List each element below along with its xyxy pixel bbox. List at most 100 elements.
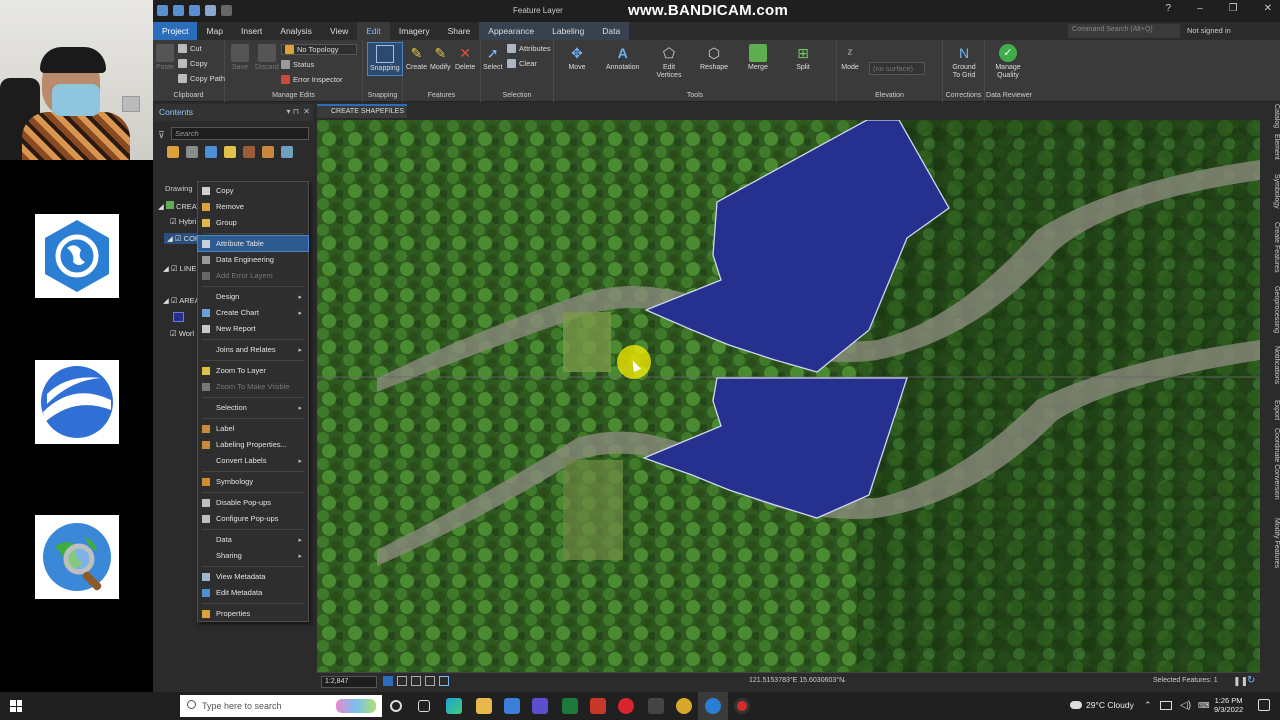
right-tab-coordinate-conversion[interactable]: Coordinate Conversion — [1262, 428, 1280, 500]
menu-item-data[interactable]: Data ▸ — [198, 532, 308, 547]
right-tab-notifications[interactable]: Notifications — [1262, 346, 1280, 384]
list-by-editing-icon[interactable] — [224, 146, 236, 158]
menu-item-create-chart[interactable]: Create Chart ▸ — [198, 305, 308, 320]
chrome-canary-icon[interactable] — [676, 698, 692, 714]
cut-button[interactable]: Cut — [178, 44, 202, 53]
satellite-map[interactable] — [317, 120, 1260, 672]
pin-icon[interactable]: ▾ ⊓ — [287, 107, 299, 116]
selected-features-count[interactable]: Selected Features: 1 — [1153, 677, 1218, 684]
list-by-snapping-icon[interactable] — [243, 146, 255, 158]
excel-icon[interactable] — [562, 698, 578, 714]
file-explorer-icon[interactable] — [476, 698, 492, 714]
help-button[interactable]: ? — [1166, 3, 1172, 14]
tree-layer-line[interactable]: ◢ ☑ LINE — [163, 264, 196, 273]
topology-dropdown[interactable]: No Topology — [281, 44, 357, 55]
tab-view[interactable]: View — [321, 22, 357, 40]
list-by-selection-icon[interactable] — [205, 146, 217, 158]
tab-imagery[interactable]: Imagery — [390, 22, 439, 40]
coordinate-dropdown-icon[interactable]: ⌄ — [841, 676, 847, 684]
manage-quality-button[interactable]: ✓ Manage Quality — [993, 44, 1023, 80]
delete-button[interactable]: ✕ Delete — [455, 44, 475, 72]
menu-item-symbology[interactable]: Symbology — [198, 474, 308, 489]
tray-chevron-icon[interactable]: ⌃ — [1144, 700, 1152, 711]
tab-map[interactable]: Map — [197, 22, 232, 40]
reshape-button[interactable]: ⬡ Reshape — [700, 44, 728, 72]
scale-dropdown[interactable]: 1:2,847 — [321, 676, 377, 688]
ground-to-grid-button[interactable]: N Ground To Grid — [949, 44, 979, 80]
menu-item-properties[interactable]: Properties — [198, 606, 308, 621]
list-by-perspective-icon[interactable] — [281, 146, 293, 158]
opera-icon[interactable] — [618, 698, 634, 714]
contents-search-input[interactable]: Search — [171, 127, 309, 140]
notification-center-icon[interactable] — [1258, 699, 1270, 711]
vlc-icon[interactable] — [648, 698, 664, 714]
command-search-input[interactable]: Command Search (Alt+Q) — [1068, 24, 1180, 38]
list-by-drawing-order-icon[interactable] — [167, 146, 179, 158]
right-tab-geoprocessing[interactable]: Geoprocessing — [1262, 286, 1280, 333]
tree-layer-hybrid[interactable]: ☑ Hybri — [170, 217, 196, 226]
mail-icon[interactable] — [504, 698, 520, 714]
menu-item-design[interactable]: Design ▸ — [198, 289, 308, 304]
menu-item-selection[interactable]: Selection ▸ — [198, 400, 308, 415]
task-view-icon[interactable] — [418, 700, 430, 712]
map-view[interactable] — [317, 120, 1260, 672]
tree-layer-area[interactable]: ◢ ☑ AREA — [163, 296, 200, 305]
network-icon[interactable] — [1160, 701, 1172, 710]
discard-edits-button[interactable]: Discard — [255, 44, 279, 72]
pause-drawing-icon[interactable]: ❚❚ — [1233, 676, 1248, 687]
move-button[interactable]: ✥ Move — [568, 44, 586, 72]
modify-button[interactable]: ✎ Modify — [430, 44, 451, 72]
menu-item-convert-labels[interactable]: Convert Labels ▸ — [198, 453, 308, 468]
start-button[interactable] — [10, 700, 22, 712]
annotation-button[interactable]: A Annotation — [606, 44, 639, 72]
snapping-button[interactable]: Snapping — [367, 42, 403, 76]
map-view-tab[interactable]: CREATE SHAPEFILES ✕ — [317, 104, 407, 127]
clear-selection-button[interactable]: Clear — [507, 59, 537, 68]
sign-in-status[interactable]: Not signed in — [1187, 26, 1231, 35]
menu-item-sharing[interactable]: Sharing ▸ — [198, 548, 308, 563]
create-button[interactable]: ✎ Create — [406, 44, 427, 72]
menu-item-zoom-to-layer[interactable]: Zoom To Layer — [198, 363, 308, 378]
tree-layer-world[interactable]: ☑ Worl — [170, 329, 194, 338]
taskbar-search-input[interactable]: Type here to search — [180, 695, 382, 717]
grid-icon[interactable] — [397, 676, 407, 686]
language-icon[interactable]: ⌨ — [1198, 701, 1210, 710]
close-pane-icon[interactable]: ✕ — [303, 107, 310, 116]
refresh-icon[interactable]: ↻ — [1247, 675, 1255, 686]
undo-icon[interactable] — [205, 5, 216, 16]
surface-dropdown[interactable]: (no surface) — [869, 62, 925, 75]
filter-icon[interactable]: ⊽ — [158, 130, 165, 141]
menu-item-data-engineering[interactable]: Data Engineering — [198, 252, 308, 267]
right-tab-symbology[interactable]: Symbology — [1262, 174, 1280, 209]
merge-button[interactable]: Merge — [748, 44, 768, 72]
save-edits-button[interactable]: Save — [231, 44, 249, 72]
store-icon[interactable] — [532, 698, 548, 714]
menu-item-labeling-properties[interactable]: Labeling Properties... — [198, 437, 308, 452]
area-symbol-swatch[interactable] — [173, 312, 184, 322]
tab-share[interactable]: Share — [439, 22, 480, 40]
maximize-button[interactable]: ❐ — [1229, 3, 1238, 14]
select-button[interactable]: ➚ Select — [483, 44, 502, 72]
tab-data[interactable]: Data — [593, 22, 630, 40]
right-tab-export[interactable]: Export — [1262, 400, 1280, 420]
right-tab-create-features[interactable]: Create Features — [1262, 222, 1280, 273]
redo-icon[interactable] — [221, 5, 232, 16]
tab-appearance[interactable]: Appearance — [479, 22, 544, 40]
menu-item-group[interactable]: Group — [198, 215, 308, 230]
menu-item-configure-pop-ups[interactable]: Configure Pop-ups — [198, 511, 308, 526]
right-tab-modify-features[interactable]: Modify Features — [1262, 518, 1280, 568]
right-tab-catalog[interactable]: Catalog — [1262, 104, 1280, 128]
edit-vertices-button[interactable]: ⬠ Edit Vertices — [654, 44, 684, 80]
tree-map-create[interactable]: ◢ CREAT — [158, 201, 201, 211]
menu-item-new-report[interactable]: New Report — [198, 321, 308, 336]
tab-insert[interactable]: Insert — [232, 22, 271, 40]
arcgis-taskbar-icon[interactable] — [705, 698, 721, 714]
attributes-button[interactable]: Attributes — [507, 44, 551, 53]
mode-button[interactable]: ᶻ Mode — [841, 44, 859, 72]
volume-icon[interactable]: ◁) — [1180, 700, 1191, 711]
close-button[interactable]: ✕ — [1264, 3, 1272, 14]
tab-labeling[interactable]: Labeling — [543, 22, 594, 40]
menu-item-label[interactable]: Label — [198, 421, 308, 436]
tab-analysis[interactable]: Analysis — [271, 22, 321, 40]
copy-button[interactable]: Copy — [178, 59, 208, 68]
